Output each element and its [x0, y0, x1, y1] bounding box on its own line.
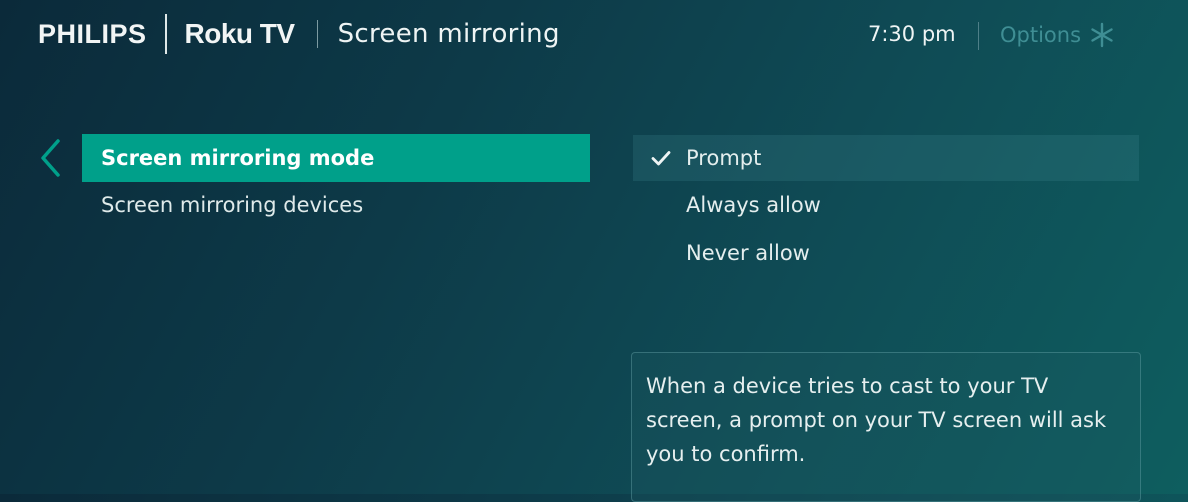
- menu-item-screen-mirroring-mode[interactable]: Screen mirroring mode: [82, 134, 590, 182]
- options-button[interactable]: Options: [1000, 22, 1115, 48]
- options-label: Options: [1000, 23, 1082, 47]
- brand-roku-tv-logo: Roku TV: [184, 18, 296, 49]
- asterisk-icon: [1091, 22, 1113, 48]
- brand-philips-logo: PHILIPS: [38, 18, 147, 49]
- clock: 7:30 pm: [868, 22, 956, 46]
- menu-item-label: Screen mirroring mode: [101, 146, 375, 170]
- brand-divider: [164, 14, 167, 54]
- menu-item-screen-mirroring-devices[interactable]: Screen mirroring devices: [82, 181, 590, 229]
- option-label: Never allow: [686, 241, 810, 265]
- description-text: When a device tries to cast to your TV s…: [646, 374, 1107, 466]
- page-title: Screen mirroring: [337, 19, 560, 49]
- option-label: Always allow: [686, 193, 821, 217]
- title-divider: [316, 20, 318, 48]
- description-panel: When a device tries to cast to your TV s…: [631, 352, 1141, 502]
- menu-item-label: Screen mirroring devices: [101, 193, 364, 217]
- option-always-allow[interactable]: Always allow: [633, 182, 1139, 228]
- option-prompt[interactable]: Prompt: [633, 135, 1139, 181]
- option-never-allow[interactable]: Never allow: [633, 230, 1139, 276]
- header-brand: PHILIPS Roku TV Screen mirroring: [38, 14, 560, 54]
- options-divider: [978, 22, 979, 50]
- checkmark-icon: [651, 151, 671, 166]
- option-label: Prompt: [686, 146, 762, 170]
- back-chevron-icon[interactable]: [38, 138, 62, 178]
